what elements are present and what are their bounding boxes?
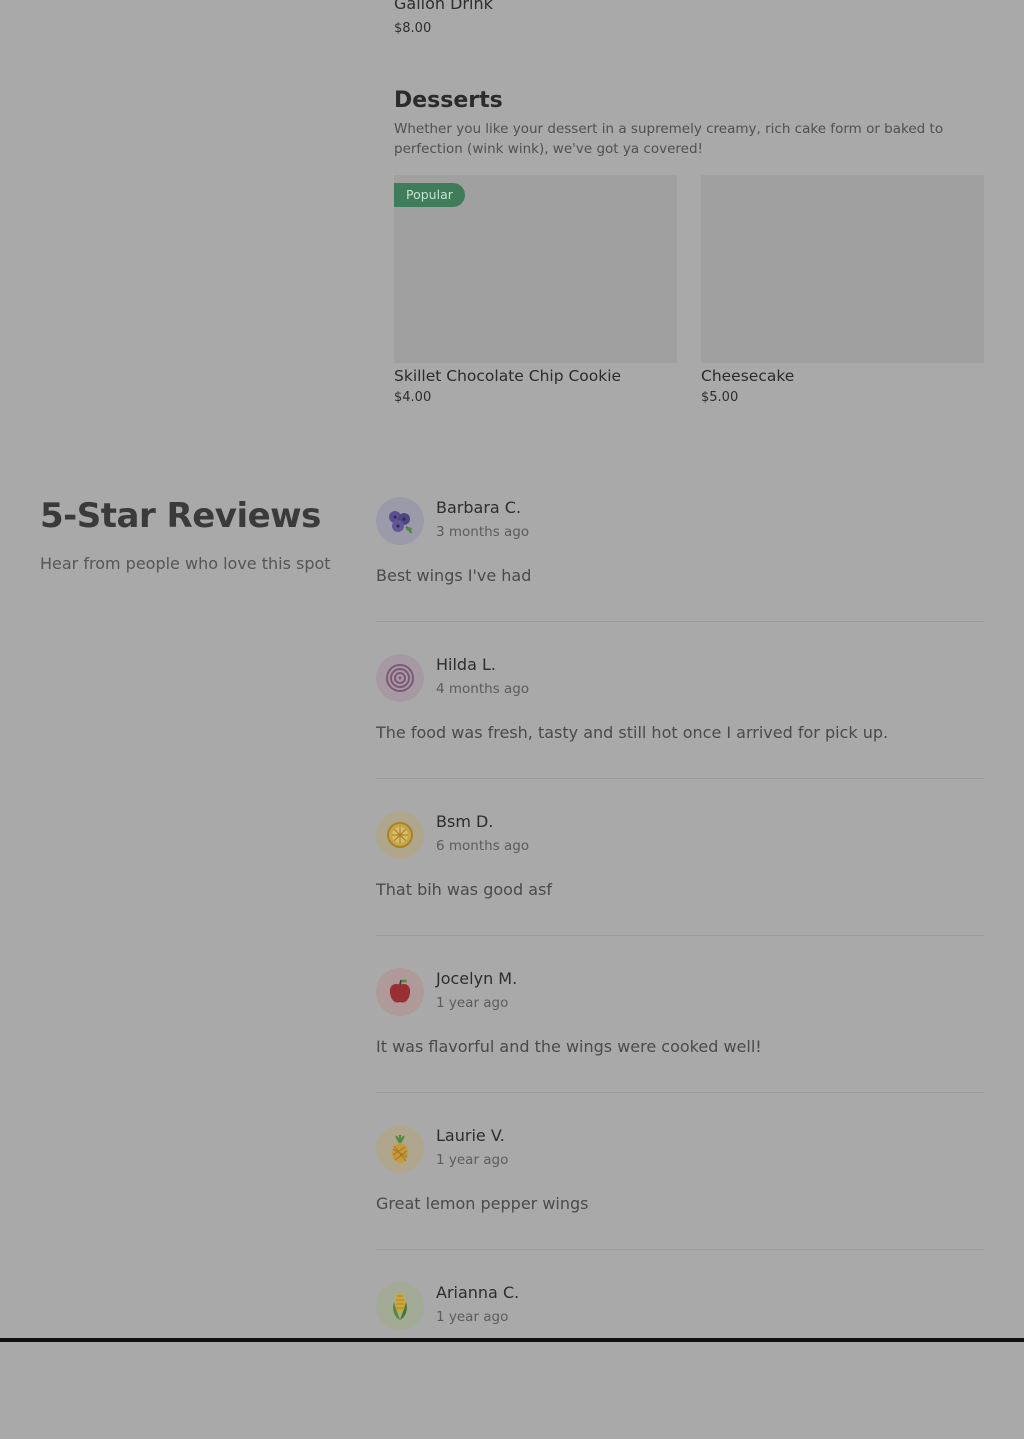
reviewer-name: Jocelyn M. [436,969,518,988]
review-date: 1 year ago [436,995,509,1011]
menu-item-price: $8.00 [394,21,432,36]
review-date: 1 year ago [436,1309,509,1325]
review-item: Laurie V. 1 year ago Great lemon pepper … [376,1125,984,1282]
popular-badge: Popular [394,183,465,207]
avatar [376,1125,424,1173]
avatar [376,811,424,859]
review-date: 6 months ago [436,838,530,854]
divider [376,935,984,936]
reviews-subtitle: Hear from people who love this spot [40,554,331,573]
menu-item-card[interactable]: Popular Skillet Chocolate Chip Cookie $4… [394,175,677,405]
review-text: That bih was good asf [376,880,552,899]
reviews-title: 5-Star Reviews [40,496,321,536]
avatar [376,1282,424,1330]
divider [376,1092,984,1093]
menu-item-name[interactable]: Skillet Chocolate Chip Cookie [394,367,677,385]
reviewer-name: Bsm D. [436,812,494,831]
onion-icon [386,664,414,692]
avatar [376,968,424,1016]
divider [376,778,984,779]
menu-item-card[interactable]: Cheesecake $5.00 [701,175,984,405]
menu-item-name[interactable]: Gallon Drink [394,0,493,13]
reviewer-name: Hilda L. [436,655,496,674]
page: Gallon Drink $8.00 Desserts Whether you … [0,0,1024,1338]
review-item: Jocelyn M. 1 year ago It was flavorful a… [376,968,984,1125]
review-item: Arianna C. 1 year ago [376,1282,984,1439]
lemon-icon [387,822,413,848]
apple-icon [389,979,411,1003]
review-item: Hilda L. 4 months ago The food was fresh… [376,654,984,811]
menu-item-name[interactable]: Cheesecake [701,367,984,385]
menu-item-image[interactable] [701,175,984,363]
review-date: 3 months ago [436,524,530,540]
avatar [376,654,424,702]
divider [376,1249,984,1250]
review-text: Best wings I've had [376,566,532,585]
menu-item-price: $5.00 [701,390,739,405]
reviewer-name: Arianna C. [436,1283,520,1302]
category-title: Desserts [394,88,503,113]
review-item: Bsm D. 6 months ago That bih was good as… [376,811,984,968]
divider [376,621,984,622]
corn-icon [393,1293,407,1320]
review-date: 1 year ago [436,1152,509,1168]
menu-item-price: $4.00 [394,390,432,405]
review-date: 4 months ago [436,681,530,697]
avatar [376,497,424,545]
review-text: The food was fresh, tasty and still hot … [376,723,889,742]
review-item: Barbara C. 3 months ago Best wings I've … [376,497,984,654]
bottom-edge-bar [0,1338,1024,1342]
pineapple-icon [392,1135,408,1163]
review-text: Great lemon pepper wings [376,1194,589,1213]
blueberry-icon [389,511,412,534]
category-description: Whether you like your dessert in a supre… [394,121,944,157]
review-text: It was flavorful and the wings were cook… [376,1037,762,1056]
reviewer-name: Barbara C. [436,498,522,517]
menu-item-image[interactable]: Popular [394,175,677,363]
reviewer-name: Laurie V. [436,1126,505,1145]
